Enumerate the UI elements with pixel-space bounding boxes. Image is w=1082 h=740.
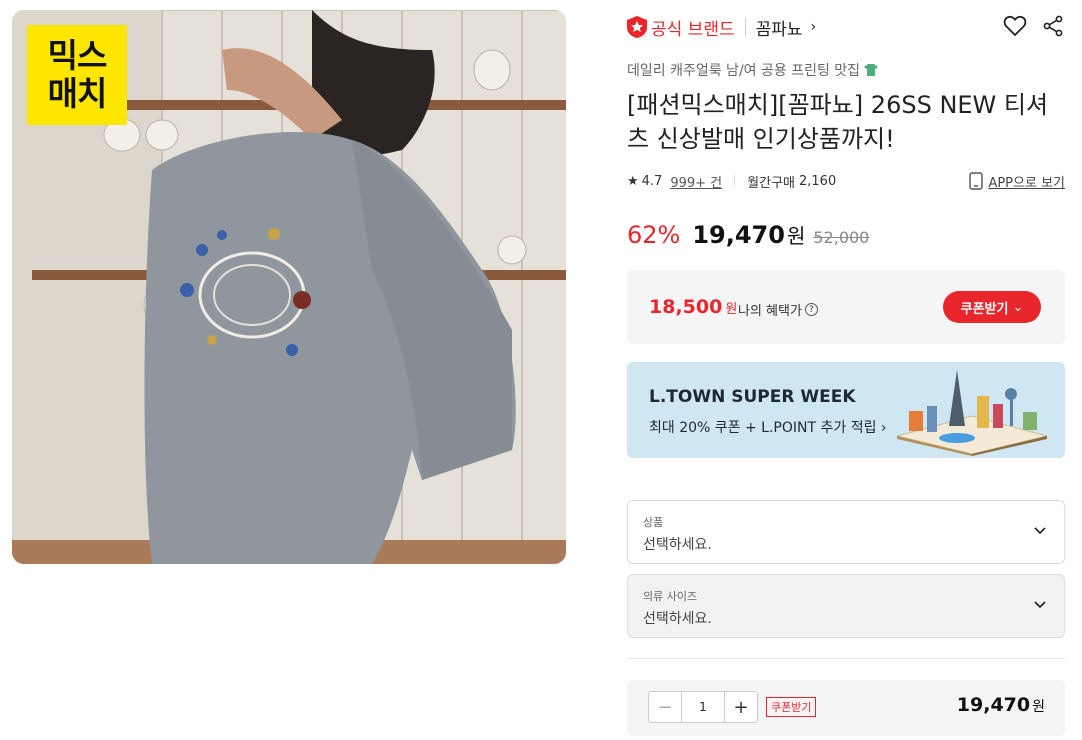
chevron-down-icon bbox=[1034, 527, 1046, 535]
sale-price-unit: 원 bbox=[786, 224, 806, 248]
meta-divider bbox=[734, 175, 736, 187]
quantity-increase-button[interactable]: + bbox=[725, 692, 757, 722]
rating-star-icon: ★ bbox=[627, 173, 639, 189]
option-value: 선택하세요. bbox=[643, 611, 712, 627]
product-page: 믹스 매치 공식 브랜드 꼼파뇨 › 데일리 캐주얼룩 남/여 공용 프린팅 맛… bbox=[0, 0, 1082, 740]
discount-rate: 62% bbox=[627, 221, 681, 249]
divider bbox=[627, 658, 1065, 659]
sale-price: 19,470 bbox=[692, 221, 785, 249]
badge-line-1: 믹스 bbox=[47, 36, 108, 75]
price-row: 62% 19,470 원 52,000 bbox=[627, 220, 869, 249]
benefit-box: 18,500 원 나의 혜택가 ? 쿠폰받기 ⌄ bbox=[627, 270, 1065, 344]
brand-name: 꼼파뇨 bbox=[755, 19, 803, 40]
benefit-label: 나의 혜택가 ? bbox=[738, 300, 818, 319]
brand-row: 공식 브랜드 꼼파뇨 › bbox=[627, 14, 816, 40]
mixmatch-badge: 믹스 매치 bbox=[27, 25, 127, 125]
help-circle-icon[interactable]: ? bbox=[804, 303, 818, 316]
official-brand-badge: 공식 브랜드 bbox=[627, 15, 735, 40]
quantity-input[interactable]: 1 bbox=[681, 692, 725, 722]
coupon-tag-button[interactable]: 쿠폰받기 bbox=[766, 697, 817, 717]
product-title: [패션믹스매치][꼼파뇨] 26SS NEW 티셔츠 신상발매 인기상품까지! bbox=[627, 91, 1049, 153]
official-star-icon bbox=[627, 16, 647, 38]
benefit-price-unit: 원 bbox=[725, 302, 738, 317]
tshirt-icon bbox=[864, 64, 879, 76]
review-count-link[interactable]: 999+ 건 bbox=[670, 172, 722, 191]
app-view-link[interactable]: APP으로 보기 bbox=[969, 172, 1065, 191]
order-summary: − 1 + 쿠폰받기 19,470 원 bbox=[627, 680, 1065, 736]
total-price: 19,470 원 bbox=[957, 694, 1045, 716]
brand-divider bbox=[744, 18, 746, 36]
option-label: 의류 사이즈 bbox=[643, 590, 698, 603]
option-value: 선택하세요. bbox=[643, 537, 712, 553]
app-view-label: APP으로 보기 bbox=[988, 175, 1065, 191]
option-select-product[interactable]: 상품 선택하세요. bbox=[627, 500, 1065, 564]
mobile-phone-icon bbox=[969, 172, 984, 190]
product-subtitle: 데일리 캐주얼룩 남/여 공용 프린팅 맛집 bbox=[627, 60, 879, 80]
benefit-label-text: 나의 혜택가 bbox=[738, 304, 802, 319]
badge-line-2: 매치 bbox=[47, 74, 108, 113]
chevron-down-icon: ⌄ bbox=[1012, 299, 1024, 315]
product-subtitle-text: 데일리 캐주얼룩 남/여 공용 프린팅 맛집 bbox=[627, 63, 861, 79]
chevron-down-icon bbox=[1034, 601, 1046, 609]
promo-banner[interactable]: L.TOWN SUPER WEEK 최대 20% 쿠폰 + L.POINT 추가… bbox=[627, 362, 1065, 458]
official-brand-label: 공식 브랜드 bbox=[651, 19, 735, 40]
city-book-illustration bbox=[896, 370, 1048, 456]
total-price-unit: 원 bbox=[1032, 699, 1045, 715]
share-icon[interactable] bbox=[1041, 14, 1065, 38]
chevron-right-icon: › bbox=[810, 19, 817, 35]
heart-icon[interactable] bbox=[1003, 14, 1027, 38]
coupon-download-label: 쿠폰받기 bbox=[960, 301, 1009, 317]
coupon-download-button[interactable]: 쿠폰받기 ⌄ bbox=[943, 291, 1041, 323]
total-price-value: 19,470 bbox=[956, 694, 1031, 716]
product-meta-row: ★ 4.7 999+ 건 월간구매 2,160 APP으로 보기 bbox=[627, 170, 1065, 192]
promo-banner-title: L.TOWN SUPER WEEK bbox=[649, 387, 856, 407]
top-actions bbox=[1003, 14, 1065, 38]
promo-banner-subtitle: 최대 20% 쿠폰 + L.POINT 추가 적립 › bbox=[649, 420, 887, 436]
option-select-size[interactable]: 의류 사이즈 선택하세요. bbox=[627, 574, 1065, 638]
quantity-stepper: − 1 + bbox=[648, 691, 758, 723]
monthly-purchase-label: 월간구매 bbox=[747, 175, 795, 191]
benefit-price: 18,500 원 bbox=[649, 296, 737, 318]
brand-link[interactable]: 꼼파뇨 › bbox=[756, 15, 817, 40]
benefit-price-value: 18,500 bbox=[649, 296, 723, 318]
rating-value: 4.7 bbox=[641, 173, 663, 189]
original-price: 52,000 bbox=[813, 228, 870, 247]
quantity-decrease-button[interactable]: − bbox=[649, 692, 681, 722]
option-label: 상품 bbox=[643, 516, 664, 529]
monthly-purchase-count: 2,160 bbox=[799, 173, 837, 189]
